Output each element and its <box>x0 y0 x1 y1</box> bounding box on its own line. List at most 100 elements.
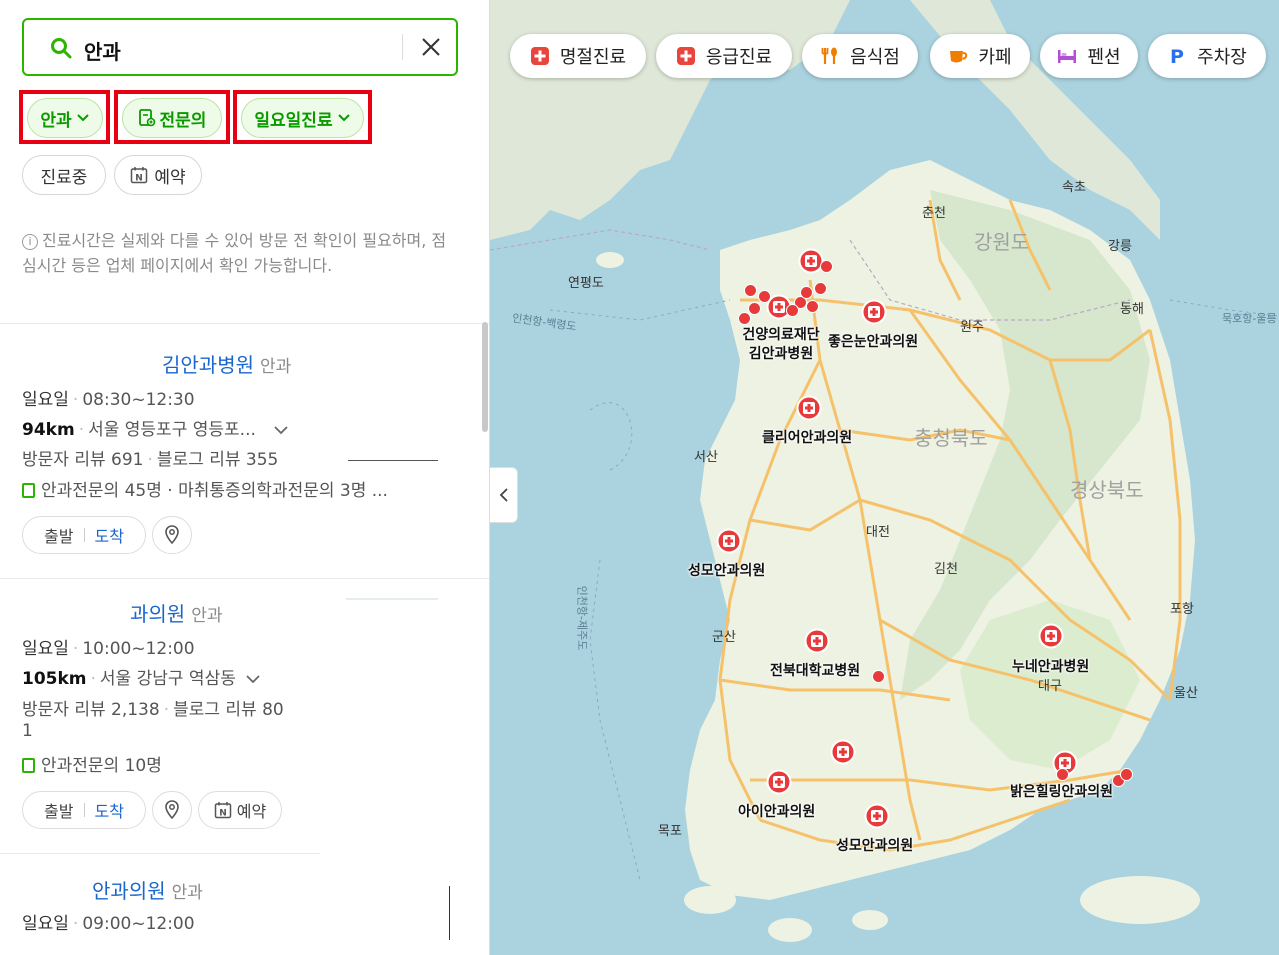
result-item[interactable]: 과의원 안과 일요일 · 10:00~12:00 105km · 서울 강남구 역삼동 방… <box>22 578 462 853</box>
chevron-down-icon[interactable] <box>273 425 289 435</box>
specialist-line: 안과전문의 45명 · 마취통증의학과전문의 3명 ... <box>22 476 388 501</box>
map-dot-marker[interactable] <box>1056 768 1069 781</box>
chevron-down-icon[interactable] <box>245 674 261 684</box>
hours-value: 08:30~12:30 <box>82 390 195 410</box>
map-chip-parking[interactable]: P 주차장 <box>1148 34 1266 78</box>
map-dot-marker[interactable] <box>820 260 833 273</box>
reserve-button[interactable]: N 예약 <box>198 791 282 829</box>
search-icon <box>51 38 72 59</box>
map-dot-marker[interactable] <box>800 286 813 299</box>
map-chip-label: 음식점 <box>850 47 900 68</box>
place-label[interactable]: 아이안과의원 <box>738 801 815 821</box>
map-dot-marker[interactable] <box>872 670 885 683</box>
map-location-button[interactable] <box>152 516 192 554</box>
hospital-pin-icon[interactable] <box>864 803 890 829</box>
visitor-reviews[interactable]: 방문자 리뷰 2,138 <box>22 700 160 720</box>
city-label: 울산 <box>1174 686 1198 701</box>
city-label: 서산 <box>694 450 718 465</box>
filter-chip-category[interactable]: 안과 <box>27 98 103 138</box>
place-label[interactable]: 전북대학교병원 <box>770 660 860 680</box>
map-chip-emergency[interactable]: 응급진료 <box>656 34 792 78</box>
distance-value: 94km <box>22 420 75 440</box>
depart-button[interactable]: 출발 <box>44 523 73 547</box>
hospital-pin-icon[interactable] <box>861 299 887 325</box>
naver-calendar-icon: N <box>214 802 232 819</box>
place-label[interactable]: 성모안과의원 <box>688 560 765 580</box>
result-name-text[interactable]: 김안과병원 <box>162 353 254 377</box>
map-chip-holiday-clinic[interactable]: 명절진료 <box>510 34 646 78</box>
filter-chip-category-label: 안과 <box>40 110 72 131</box>
sea-route-label: 인천항-제주도 <box>575 585 589 651</box>
result-item[interactable]: 김안과병원 안과 일요일 · 08:30~12:30 94km · 서울 영등포구 영등포… <box>22 323 462 578</box>
filter-chip-sunday[interactable]: 일요일진료 <box>241 98 364 138</box>
map-chip-label: 응급진료 <box>705 47 773 68</box>
arrive-button[interactable]: 도착 <box>95 798 124 822</box>
svg-text:N: N <box>136 174 144 184</box>
place-label[interactable]: 밝은힐링안과의원 <box>1010 781 1113 801</box>
map-dot-marker[interactable] <box>786 304 799 317</box>
place-label[interactable]: 클리어안과의원 <box>762 427 852 447</box>
depart-button[interactable]: 출발 <box>44 798 73 822</box>
map-chip-label: 주차장 <box>1197 47 1247 68</box>
map-dot-marker[interactable] <box>814 282 827 295</box>
blog-reviews[interactable]: 블로그 리뷰 80 <box>173 700 284 720</box>
place-label[interactable]: 누네안과병원 <box>1012 656 1089 676</box>
panel-collapse-button[interactable] <box>490 467 518 523</box>
arrive-button[interactable]: 도착 <box>95 523 124 547</box>
place-label[interactable]: 좋은눈안과의원 <box>828 331 918 351</box>
visitor-reviews[interactable]: 방문자 리뷰 691 <box>22 450 143 470</box>
map-dot-marker[interactable] <box>744 284 757 297</box>
map-dot-marker[interactable] <box>1120 768 1133 781</box>
map-dot-marker[interactable] <box>758 290 771 303</box>
hours-value: 09:00~12:00 <box>82 914 195 934</box>
address-value[interactable]: 서울 영등포구 영등포... <box>88 420 256 440</box>
hospital-pin-icon[interactable] <box>716 528 742 554</box>
place-label[interactable]: 건양의료재단 김안과병원 <box>738 326 824 364</box>
filter-chip-reserve[interactable]: N 예약 <box>114 155 202 195</box>
city-label: 목포 <box>658 824 682 839</box>
map-chip-restaurant[interactable]: 음식점 <box>802 34 918 78</box>
hospital-pin-icon[interactable] <box>796 395 822 421</box>
chevron-down-icon <box>76 114 89 122</box>
medical-cross-icon <box>530 46 550 66</box>
hospital-pin-icon[interactable] <box>766 769 792 795</box>
filter-chip-specialist-label: 전문의 <box>159 110 207 131</box>
map-dot-marker[interactable] <box>738 312 751 325</box>
map-dot-marker[interactable] <box>748 302 761 315</box>
route-buttons[interactable]: 출발 도착 <box>22 791 146 829</box>
result-name-text[interactable]: 안과의원 <box>92 879 166 903</box>
filter-chip-open[interactable]: 진료중 <box>22 155 106 195</box>
city-label: 춘천 <box>922 206 946 221</box>
place-label[interactable]: 성모안과의원 <box>836 835 913 855</box>
specialist-value: 안과전문의 10명 <box>41 756 162 776</box>
result-name[interactable]: 과의원 안과 <box>130 598 222 627</box>
result-item[interactable]: 안과의원 안과 일요일 · 09:00~12:00 <box>22 853 462 955</box>
map-location-button[interactable] <box>152 791 192 829</box>
search-box[interactable]: 안과 <box>22 18 458 76</box>
review-line: 방문자 리뷰 2,138 · 블로그 리뷰 80 <box>22 700 284 720</box>
filter-chip-open-label: 진료중 <box>40 167 88 188</box>
result-name[interactable]: 안과의원 안과 <box>92 875 203 904</box>
hospital-pin-icon[interactable] <box>804 628 830 654</box>
result-name-text[interactable]: 과의원 <box>130 602 185 626</box>
filter-chip-specialist[interactable]: 전문의 <box>122 98 222 138</box>
city-label: 대전 <box>866 525 890 540</box>
hospital-pin-icon[interactable] <box>1038 623 1064 649</box>
blog-reviews[interactable]: 블로그 리뷰 355 <box>157 450 278 470</box>
map-dot-marker[interactable] <box>806 300 819 313</box>
location-pin-icon <box>165 525 179 545</box>
scrollbar-thumb[interactable] <box>482 322 488 432</box>
search-input[interactable]: 안과 <box>84 36 121 65</box>
hospital-pin-icon[interactable] <box>830 739 856 765</box>
close-icon[interactable] <box>418 34 444 60</box>
map-chip-cafe[interactable]: 카페 <box>930 34 1030 78</box>
result-name[interactable]: 김안과병원 안과 <box>162 349 291 378</box>
address-line[interactable]: 105km · 서울 강남구 역삼동 <box>22 664 261 689</box>
address-value[interactable]: 서울 강남구 역삼동 <box>100 669 236 689</box>
reserve-button-label[interactable]: 예약 <box>237 798 266 822</box>
city-label: 김천 <box>934 562 958 577</box>
map-view[interactable]: 강원도 충청북도 경상북도 속초 춘천 강릉 연평도 동해 원주 서산 대전 김… <box>490 0 1279 955</box>
address-line[interactable]: 94km · 서울 영등포구 영등포... <box>22 415 289 440</box>
route-buttons[interactable]: 출발 도착 <box>22 516 146 554</box>
map-chip-pension[interactable]: 펜션 <box>1040 34 1138 78</box>
